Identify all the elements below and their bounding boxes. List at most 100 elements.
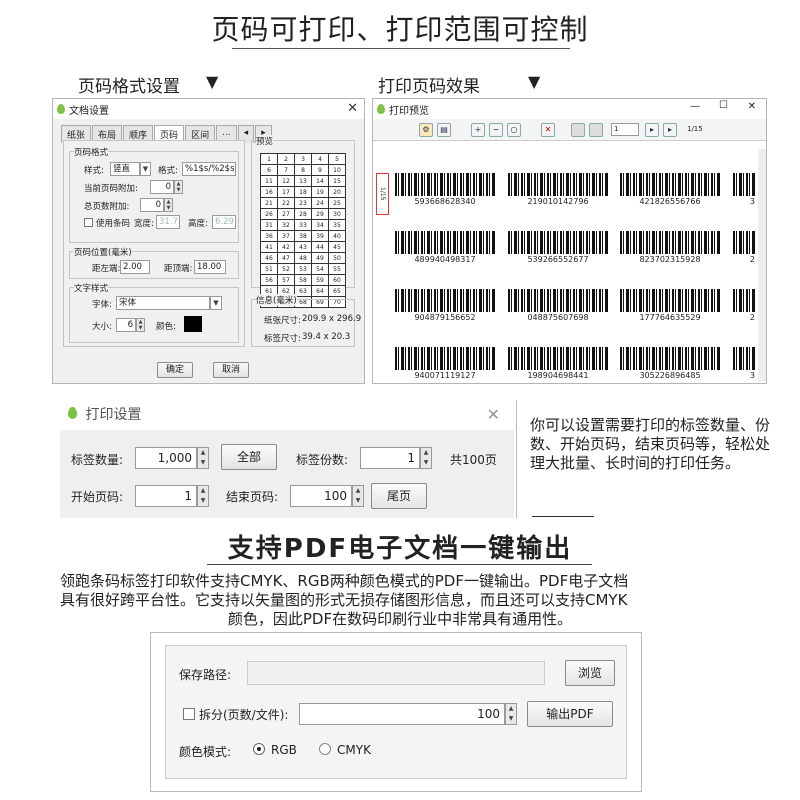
barcode-label: 539266552677 bbox=[508, 231, 608, 267]
grid-cell: 30 bbox=[328, 208, 346, 220]
ok-button[interactable]: 确定 bbox=[157, 362, 193, 378]
grid-cell: 14 bbox=[311, 175, 329, 187]
page-total: 1/15 bbox=[687, 125, 703, 133]
barcode-label: 823702315928 bbox=[620, 231, 720, 267]
barcode-bars bbox=[733, 173, 755, 196]
close-icon[interactable]: ✕ bbox=[347, 101, 358, 116]
style-label: 样式: bbox=[84, 166, 104, 176]
zoom-fit-icon[interactable]: ○ bbox=[507, 123, 521, 137]
qty-input[interactable]: 1,000 bbox=[135, 447, 197, 469]
grid-cell: 41 bbox=[260, 241, 278, 253]
barcode-number: 2 bbox=[749, 255, 755, 264]
spinner-icon[interactable]: ▲ ▼ bbox=[197, 447, 209, 469]
copies-input[interactable]: 1 bbox=[360, 447, 420, 469]
grid-cell: 39 bbox=[311, 230, 329, 242]
width-input[interactable]: 31.75 bbox=[156, 215, 180, 229]
next-page-icon[interactable]: ▸ bbox=[645, 123, 659, 137]
chevron-down-icon[interactable]: ▼ bbox=[140, 162, 151, 176]
barcode-number: 421826556766 bbox=[639, 197, 701, 206]
group-legend: 信息(毫米) bbox=[256, 294, 297, 306]
spinner-icon[interactable]: ▲ ▼ bbox=[136, 318, 145, 332]
zoom-out-icon[interactable]: − bbox=[489, 123, 503, 137]
spinner-icon[interactable]: ▲ ▼ bbox=[505, 703, 517, 725]
cur-add-input[interactable]: 0 bbox=[150, 180, 174, 194]
info-group: 信息(毫米) 纸张尺寸: 209.9 x 296.9 标签尺寸: 39.4 x … bbox=[251, 294, 361, 347]
cancel-button[interactable]: 取消 bbox=[213, 362, 249, 378]
page-title: 页码可打印、打印范围可控制 bbox=[211, 13, 589, 46]
format-label: 格式: bbox=[158, 166, 178, 176]
left-input[interactable]: 2.00 bbox=[120, 260, 150, 274]
chevron-down-icon[interactable]: ▼ bbox=[210, 296, 222, 310]
use-barcode-checkbox[interactable] bbox=[84, 218, 93, 227]
grid-cell: 40 bbox=[328, 230, 346, 242]
height-label: 高度: bbox=[188, 219, 208, 229]
spinner-icon[interactable]: ▲ ▼ bbox=[420, 447, 432, 469]
start-label: 开始页码: bbox=[71, 490, 124, 504]
barcode-label-partial: 2 bbox=[733, 231, 755, 267]
cur-add-label: 当前页码附加: bbox=[84, 184, 138, 194]
grid-cell: 38 bbox=[294, 230, 312, 242]
close-icon[interactable]: ✕ bbox=[487, 400, 500, 430]
barcode-bars bbox=[733, 347, 755, 370]
barcode-bars bbox=[620, 347, 720, 370]
width-label: 宽度: bbox=[134, 219, 154, 229]
spinner-icon[interactable]: ▲ ▼ bbox=[174, 180, 183, 194]
split-input[interactable]: 100 bbox=[299, 703, 505, 725]
preview-scrollbar[interactable] bbox=[758, 149, 766, 381]
minimize-icon[interactable]: — bbox=[690, 101, 700, 112]
all-button[interactable]: 全部 bbox=[221, 444, 277, 470]
grid-cell: 15 bbox=[328, 175, 346, 187]
save-path-input[interactable] bbox=[247, 661, 545, 685]
text-style-group: 文字样式 字体: 宋体 ▼ 大小: 6 ▲ ▼ 颜色: bbox=[69, 282, 239, 343]
barcode-label: 177764635529 bbox=[620, 289, 720, 325]
close-preview-icon[interactable]: ✕ bbox=[541, 123, 555, 137]
color-swatch[interactable] bbox=[184, 316, 202, 332]
divider bbox=[516, 400, 517, 518]
font-select[interactable]: 宋体 bbox=[116, 296, 210, 310]
barcode-label: 048875607698 bbox=[508, 289, 608, 325]
barcode-label: 219010142796 bbox=[508, 173, 608, 209]
barcode-bars bbox=[620, 289, 720, 312]
grid-cell: 33 bbox=[294, 219, 312, 231]
height-input[interactable]: 6.29 bbox=[212, 215, 236, 229]
browse-button[interactable]: 浏览 bbox=[565, 660, 615, 686]
grid-cell: 5 bbox=[328, 153, 346, 165]
rgb-radio[interactable] bbox=[253, 743, 265, 755]
grid-cell: 10 bbox=[328, 164, 346, 176]
position-group: 页码位置(毫米) 距左端: 2.00 距顶端: 18.00 bbox=[69, 246, 239, 279]
preview-title: 打印预览 bbox=[389, 105, 429, 117]
settings-icon[interactable]: ⚙ bbox=[419, 123, 433, 137]
spinner-icon[interactable]: ▲ ▼ bbox=[197, 485, 209, 507]
barcode-number: 048875607698 bbox=[527, 313, 589, 322]
spinner-icon[interactable]: ▲ ▼ bbox=[164, 198, 173, 212]
total-add-input[interactable]: 0 bbox=[140, 198, 164, 212]
app-leaf-icon bbox=[57, 104, 65, 114]
split-checkbox[interactable] bbox=[183, 708, 195, 720]
first-page-icon[interactable] bbox=[571, 123, 585, 137]
spinner-icon[interactable]: ▲ ▼ bbox=[352, 485, 364, 507]
export-pdf-button[interactable]: 输出PDF bbox=[527, 701, 613, 727]
grid-cell: 48 bbox=[294, 252, 312, 264]
start-input[interactable]: 1 bbox=[135, 485, 197, 507]
grid-cell: 36 bbox=[260, 230, 278, 242]
last-page-icon[interactable]: ▸ bbox=[663, 123, 677, 137]
right-caption: 打印页码效果 bbox=[378, 77, 480, 97]
prev-page-icon[interactable] bbox=[589, 123, 603, 137]
maximize-icon[interactable]: ☐ bbox=[719, 100, 728, 111]
close-icon[interactable]: ✕ bbox=[748, 101, 756, 112]
barcode-bars bbox=[395, 231, 495, 254]
page-input[interactable]: 1 bbox=[611, 123, 639, 136]
group-legend: 文字样式 bbox=[74, 282, 109, 294]
zoom-in-icon[interactable]: + bbox=[471, 123, 485, 137]
top-input[interactable]: 18.00 bbox=[194, 260, 226, 274]
style-select[interactable]: 竖直 bbox=[110, 162, 140, 176]
format-input[interactable]: %1$s/%2$s bbox=[182, 162, 236, 176]
divider bbox=[532, 516, 594, 517]
end-input[interactable]: 100 bbox=[290, 485, 352, 507]
grid-cell: 57 bbox=[277, 274, 295, 286]
print-icon[interactable]: ▤ bbox=[437, 123, 451, 137]
size-input[interactable]: 6 bbox=[116, 318, 136, 332]
last-page-button[interactable]: 尾页 bbox=[371, 483, 427, 509]
grid-cell: 9 bbox=[311, 164, 329, 176]
cmyk-radio[interactable] bbox=[319, 743, 331, 755]
